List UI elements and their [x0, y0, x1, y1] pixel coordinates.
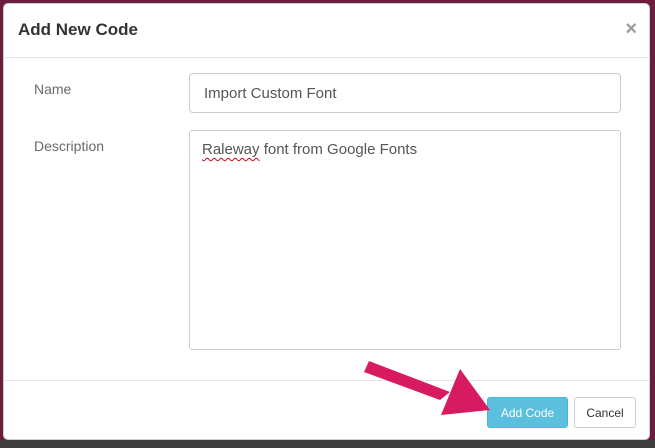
description-text: font from Google Fonts: [259, 141, 418, 158]
add-code-button[interactable]: Add Code: [487, 397, 568, 428]
description-textarea[interactable]: Raleway font from Google Fonts: [189, 130, 621, 350]
modal-title: Add New Code: [18, 20, 138, 39]
cancel-button[interactable]: Cancel: [574, 397, 636, 428]
name-label: Name: [34, 81, 72, 97]
close-icon[interactable]: ×: [625, 19, 637, 39]
modal-footer: Add Code Cancel: [4, 380, 649, 439]
name-input[interactable]: [189, 73, 621, 113]
misspelled-word: Raleway: [202, 141, 260, 158]
page-background-strip: [0, 440, 655, 448]
add-code-modal: Add New Code × Name Description Raleway …: [3, 3, 650, 440]
description-label: Description: [34, 138, 105, 154]
modal-header: Add New Code ×: [4, 4, 649, 58]
